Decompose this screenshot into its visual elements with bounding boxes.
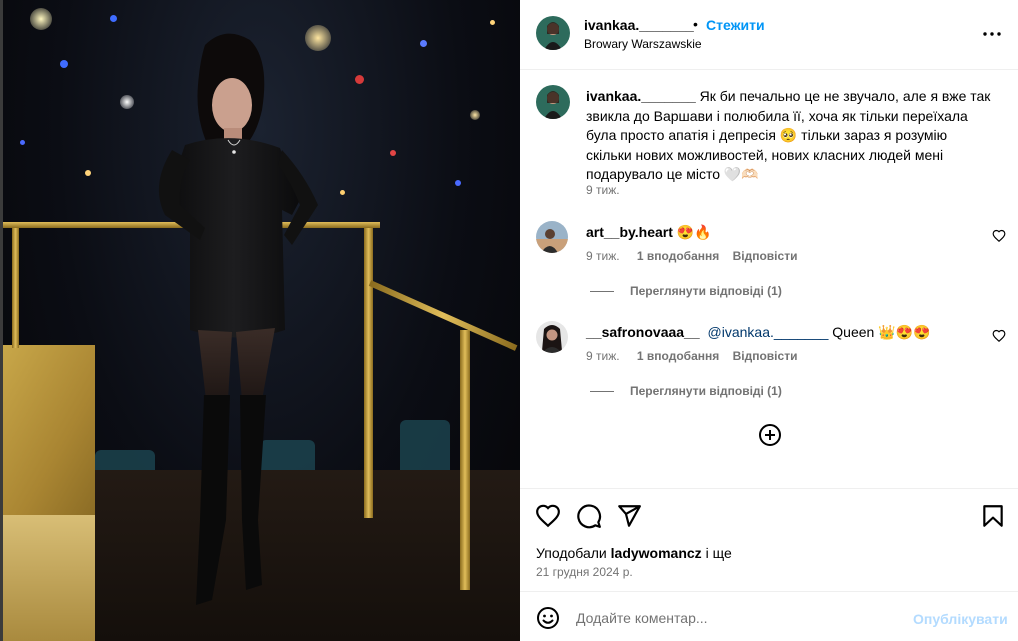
comment-like-heart-icon[interactable] bbox=[992, 229, 1006, 243]
comment-meta: 9 тиж. 1 вподобання Відповісти bbox=[586, 249, 797, 263]
likes-prefix: Уподобали bbox=[536, 545, 611, 561]
comment-mention[interactable]: @ivankaa._______ bbox=[708, 324, 829, 340]
comment-reply-button[interactable]: Відповісти bbox=[733, 249, 798, 263]
post-header: ivankaa._______ • Стежити Browary Warsza… bbox=[520, 0, 1018, 70]
comment-reply-button[interactable]: Відповісти bbox=[733, 349, 798, 363]
view-replies-button[interactable]: Переглянути відповіді (1) bbox=[590, 384, 782, 398]
comment-likes-count[interactable]: 1 вподобання bbox=[637, 349, 719, 363]
comment-text: 😍🔥 bbox=[676, 224, 712, 240]
comment-time[interactable]: 9 тиж. bbox=[586, 349, 620, 363]
author-avatar[interactable] bbox=[536, 16, 570, 50]
comment-meta: 9 тиж. 1 вподобання Відповісти bbox=[586, 349, 797, 363]
comment-text: Queen 👑😍😍 bbox=[828, 324, 931, 340]
replies-line bbox=[590, 291, 614, 293]
comment-username[interactable]: __safronovaaa__ bbox=[586, 324, 700, 340]
smiley-icon[interactable] bbox=[536, 606, 560, 630]
caption-username[interactable]: ivankaa._______ bbox=[586, 88, 696, 104]
view-replies-button[interactable]: Переглянути відповіді (1) bbox=[590, 284, 782, 298]
paper-plane-icon[interactable] bbox=[616, 503, 642, 529]
replies-line bbox=[590, 391, 614, 393]
likes-user[interactable]: ladywomancz bbox=[611, 545, 702, 561]
view-replies-label: Переглянути відповіді (1) bbox=[630, 284, 782, 298]
add-comment-divider bbox=[520, 591, 1018, 592]
comment-time[interactable]: 9 тиж. bbox=[586, 249, 620, 263]
likes-summary: Уподобали ladywomancz і ще bbox=[536, 545, 732, 561]
comment-bubble-icon[interactable] bbox=[576, 503, 602, 529]
post-details-panel: ivankaa._______ • Стежити Browary Warsza… bbox=[520, 0, 1018, 641]
commenter-avatar[interactable] bbox=[536, 321, 568, 353]
caption-text-block: ivankaa._______ Як би печально це не зву… bbox=[586, 87, 996, 185]
likes-suffix[interactable]: і ще bbox=[702, 545, 732, 561]
comment-likes-count[interactable]: 1 вподобання bbox=[637, 249, 719, 263]
commenter-avatar[interactable] bbox=[536, 221, 568, 253]
actions-divider bbox=[520, 488, 1018, 489]
follow-button[interactable]: Стежити bbox=[706, 17, 765, 33]
heart-icon[interactable] bbox=[535, 503, 561, 529]
person-figure bbox=[158, 33, 318, 605]
view-replies-label: Переглянути відповіді (1) bbox=[630, 384, 782, 398]
add-comment-input[interactable] bbox=[576, 606, 906, 630]
caption-time[interactable]: 9 тиж. bbox=[586, 183, 620, 197]
plus-circle-icon[interactable] bbox=[758, 423, 782, 447]
location-link[interactable]: Browary Warszawskie bbox=[584, 37, 702, 51]
post-photo[interactable] bbox=[0, 0, 520, 641]
photo-left-edge bbox=[0, 0, 3, 641]
caption-author-avatar[interactable] bbox=[536, 85, 570, 119]
comment-text-block: __safronovaaa__ @ivankaa._______ Queen 👑… bbox=[586, 324, 931, 341]
publish-button[interactable]: Опублікувати bbox=[913, 611, 1008, 627]
comment-text-block: art__by.heart 😍🔥 bbox=[586, 224, 712, 241]
author-username[interactable]: ivankaa._______ bbox=[584, 17, 694, 33]
comment-like-heart-icon[interactable] bbox=[992, 329, 1006, 343]
comment-username[interactable]: art__by.heart bbox=[586, 224, 673, 240]
separator-dot: • bbox=[693, 16, 698, 32]
bookmark-icon[interactable] bbox=[980, 503, 1006, 529]
more-options-icon[interactable] bbox=[980, 22, 1004, 46]
post-date[interactable]: 21 грудня 2024 р. bbox=[536, 565, 633, 579]
